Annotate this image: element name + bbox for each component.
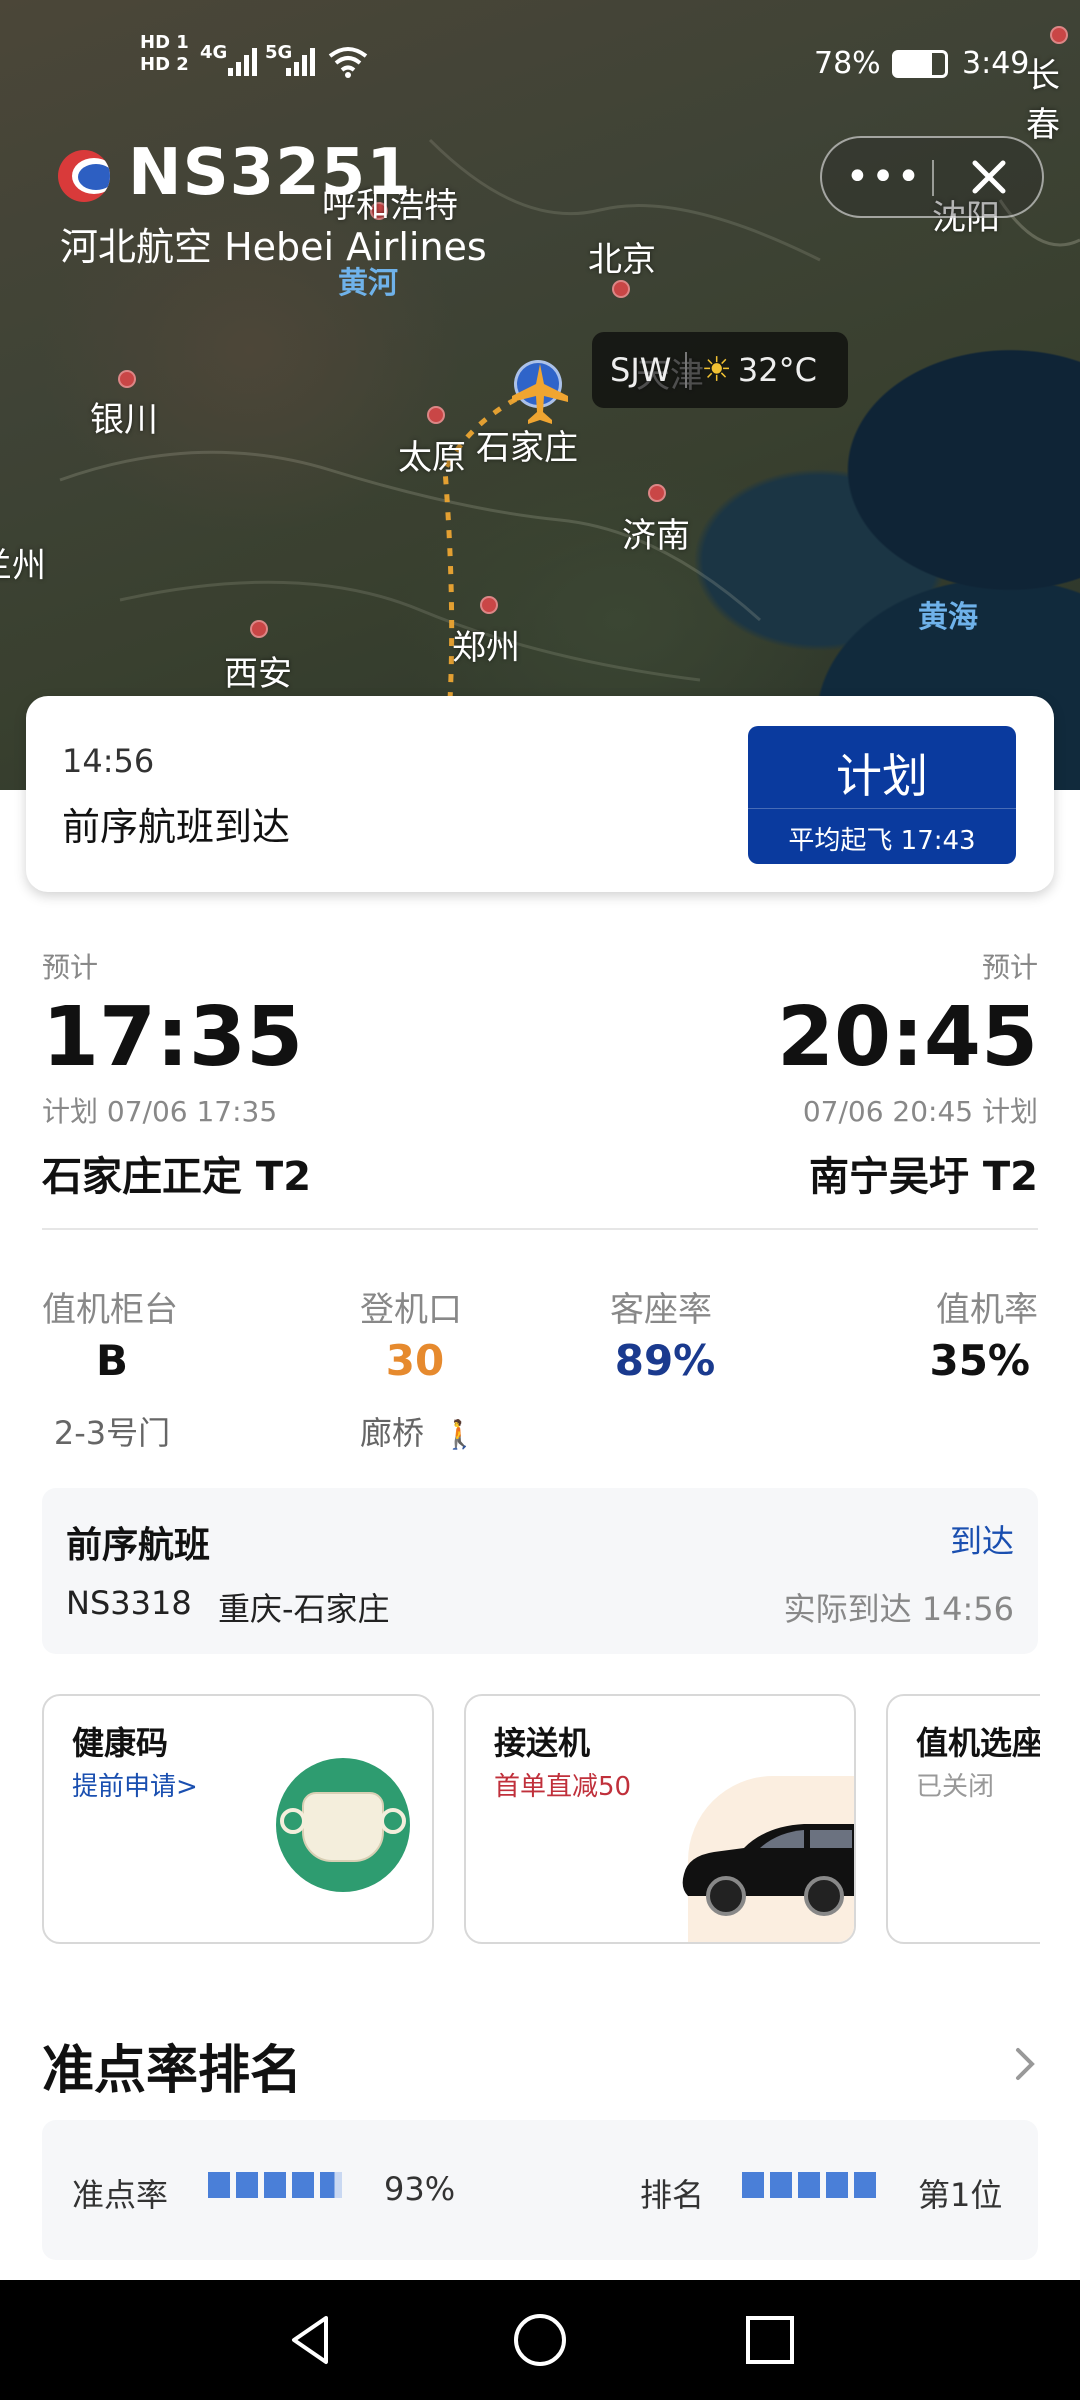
- recents-icon[interactable]: [740, 2310, 800, 2370]
- status-text: 前序航班到达: [62, 805, 291, 849]
- ontime-rate-bars: [208, 2172, 348, 2202]
- divider: [685, 352, 688, 388]
- city-label: 太原: [398, 438, 466, 478]
- airport-transfer-card[interactable]: 接送机 首单直减50: [464, 1694, 856, 1944]
- more-icon[interactable]: •••: [844, 138, 924, 216]
- previous-flight-title: 前序航班: [66, 1525, 211, 1566]
- city-label: 西安: [224, 654, 292, 694]
- load-factor-value: 89%: [614, 1336, 716, 1385]
- feature-title: 值机选座: [916, 1724, 1045, 1762]
- city-label: 北京: [588, 240, 656, 280]
- status-badge[interactable]: 计划 平均起飞 17:43: [748, 726, 1016, 864]
- checkin-rate-label: 值机率: [936, 1290, 1038, 1330]
- section-divider: [42, 1228, 1038, 1230]
- ontime-card: 准点率 93% 排名 第1位: [42, 2120, 1038, 2260]
- previous-flight-status: 到达: [949, 1522, 1014, 1560]
- city-dot: [648, 484, 666, 502]
- feature-sub: 首单直减50: [494, 1772, 632, 1802]
- city-dot: [427, 406, 445, 424]
- ontime-title: 准点率排名: [42, 2041, 303, 2101]
- checkin-counter-label: 值机柜台: [42, 1290, 178, 1330]
- mask-icon: [276, 1758, 410, 1892]
- previous-flight-route: 重庆-石家庄: [218, 1590, 390, 1628]
- health-code-card[interactable]: 健康码 提前申请>: [42, 1694, 434, 1944]
- sun-icon: ☀: [701, 350, 732, 390]
- arrival-planned: 07/06 20:45 计划: [802, 1095, 1038, 1128]
- previous-flight-card[interactable]: 前序航班 到达 NS3318 重庆-石家庄 实际到达 14:56: [42, 1488, 1038, 1654]
- rate-bar-segment: [320, 2172, 342, 2198]
- weather-airport: SJW: [610, 351, 672, 389]
- wifi-icon: [328, 47, 368, 78]
- status-bar: HD 1 HD 2 4G 5G 78% 3:49: [0, 0, 1080, 120]
- walking-icon: 🚶: [442, 1418, 478, 1451]
- departure-time: 17:35: [42, 990, 304, 1085]
- checkin-counter-value: B: [95, 1336, 128, 1385]
- city-label: 济南: [622, 516, 690, 556]
- ontime-rate-label: 准点率: [72, 2176, 169, 2214]
- gate-sub: 廊桥 🚶: [360, 1408, 477, 1454]
- clock: 3:49: [962, 46, 1030, 81]
- feature-fade: [1040, 1690, 1080, 1950]
- previous-flight-actual: 实际到达 14:56: [783, 1590, 1014, 1628]
- city-dot: [250, 620, 268, 638]
- checkin-rate-value: 35%: [929, 1336, 1030, 1385]
- back-icon[interactable]: [282, 2310, 342, 2370]
- status-badge-divider: [748, 808, 1016, 809]
- network-4g: 4G: [200, 42, 228, 63]
- ontime-rate-value: 93%: [384, 2170, 456, 2208]
- water-label: 黄海: [918, 600, 978, 635]
- city-label: 银川: [90, 400, 158, 440]
- feature-title: 健康码: [72, 1724, 169, 1762]
- gate-label: 登机口: [360, 1290, 462, 1330]
- network-indicators: HD 1 HD 2: [140, 32, 189, 75]
- departure-airport[interactable]: 石家庄正定 T2: [42, 1144, 311, 1202]
- airline-logo-icon: [58, 150, 110, 202]
- battery-icon: [892, 50, 948, 78]
- flight-status-card: 14:56 前序航班到达 计划 平均起飞 17:43: [26, 696, 1054, 892]
- plane-icon: [512, 364, 568, 424]
- load-factor-label: 客座率: [610, 1290, 712, 1330]
- rate-bar-segment: [208, 2172, 230, 2198]
- signal-icon: [228, 48, 257, 76]
- capsule-divider: [932, 160, 934, 196]
- rate-bar-segment: [236, 2172, 258, 2198]
- rank-value: 第1位: [918, 2176, 1003, 2214]
- battery-percent: 78%: [814, 46, 881, 81]
- airline-name: 河北航空 Hebei Airlines: [60, 225, 487, 269]
- city-label: 郑州: [452, 628, 520, 668]
- gate-value: 30: [385, 1336, 445, 1385]
- chevron-right-icon[interactable]: [1010, 2044, 1040, 2084]
- city-label: 兰州: [0, 546, 46, 586]
- home-icon[interactable]: [510, 2310, 570, 2370]
- departure-planned: 计划 07/06 17:35: [42, 1095, 278, 1128]
- car-icon: [682, 1824, 854, 1916]
- checkin-counter-sub: 2-3号门: [53, 1414, 171, 1452]
- header-action-capsule: •••: [820, 136, 1044, 218]
- arrival-time: 20:45: [776, 990, 1038, 1085]
- city-dot: [480, 596, 498, 614]
- city-dot: [612, 280, 630, 298]
- previous-flight-number: NS3318: [66, 1584, 192, 1622]
- status-time: 14:56: [62, 742, 155, 780]
- system-nav-bar: [0, 2280, 1080, 2400]
- weather-chip[interactable]: SJW ☀ 32°C: [592, 332, 848, 408]
- rate-bar-segment: [264, 2172, 286, 2198]
- close-icon[interactable]: [944, 138, 1034, 216]
- city-dot: [118, 370, 136, 388]
- signal-icon: [286, 48, 315, 76]
- weather-temp: 32°C: [737, 351, 817, 389]
- feature-sub: 已关闭: [916, 1772, 995, 1802]
- gate-sub-text: 廊桥: [360, 1414, 425, 1452]
- arrival-label: 预计: [981, 951, 1038, 984]
- departure-label: 预计: [42, 951, 99, 984]
- rank-bars: [742, 2172, 882, 2202]
- rate-bar-segment: [292, 2172, 314, 2198]
- feature-title: 接送机: [494, 1724, 591, 1762]
- feature-sub: 提前申请>: [72, 1772, 198, 1802]
- status-badge-sub: 平均起飞 17:43: [788, 826, 976, 856]
- arrival-airport[interactable]: 南宁吴圩 T2: [809, 1144, 1038, 1202]
- status-badge-label: 计划: [836, 749, 928, 803]
- rank-label: 排名: [640, 2176, 705, 2214]
- flight-number: NS3251: [128, 136, 412, 210]
